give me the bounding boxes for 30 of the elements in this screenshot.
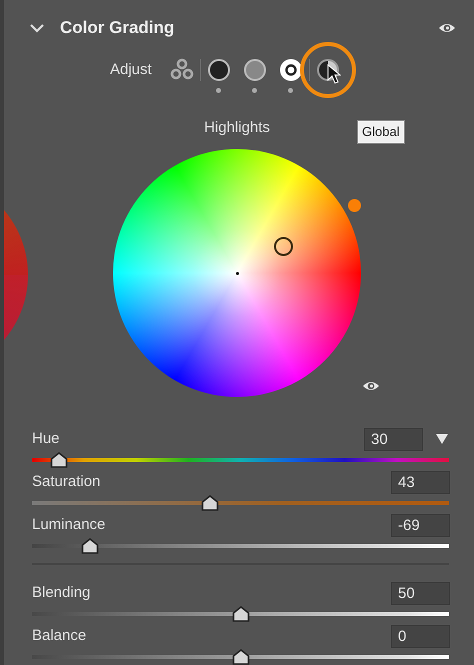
value-field[interactable]: 0 bbox=[391, 624, 450, 648]
adjust-label: Adjust bbox=[110, 60, 152, 80]
collapse-chevron-icon[interactable] bbox=[30, 24, 44, 32]
visibility-eye-icon[interactable] bbox=[362, 379, 380, 393]
slider-label: Hue bbox=[32, 428, 61, 449]
value-field[interactable]: 50 bbox=[391, 582, 450, 604]
slider-thumb[interactable] bbox=[232, 606, 250, 622]
visibility-eye-icon[interactable] bbox=[438, 21, 456, 35]
region-dot bbox=[216, 88, 222, 93]
dropdown-triangle-icon[interactable] bbox=[435, 433, 449, 445]
slider-label: Blending bbox=[32, 582, 92, 603]
center-dot bbox=[236, 272, 238, 274]
region-dot bbox=[288, 88, 294, 93]
hue-handle[interactable] bbox=[348, 199, 361, 212]
slider-label: Saturation bbox=[32, 472, 102, 492]
slider-thumb[interactable] bbox=[201, 495, 220, 511]
mouse-cursor-icon bbox=[326, 64, 341, 84]
wheel-handle[interactable] bbox=[274, 236, 293, 256]
region-dot bbox=[252, 88, 258, 93]
slider-thumb[interactable] bbox=[50, 452, 68, 468]
value-field[interactable]: 43 bbox=[391, 470, 450, 494]
value-field[interactable]: 30 bbox=[364, 428, 423, 450]
slider-thumb[interactable] bbox=[232, 649, 250, 665]
panel-title: Color Grading bbox=[60, 17, 174, 40]
wheel-label: Highlights bbox=[204, 118, 270, 138]
slider-label: Balance bbox=[32, 626, 88, 646]
tooltip: Global bbox=[357, 120, 405, 144]
slider-label: Luminance bbox=[32, 514, 106, 535]
slider-thumb[interactable] bbox=[81, 538, 100, 554]
value-field[interactable]: -69 bbox=[391, 514, 450, 536]
